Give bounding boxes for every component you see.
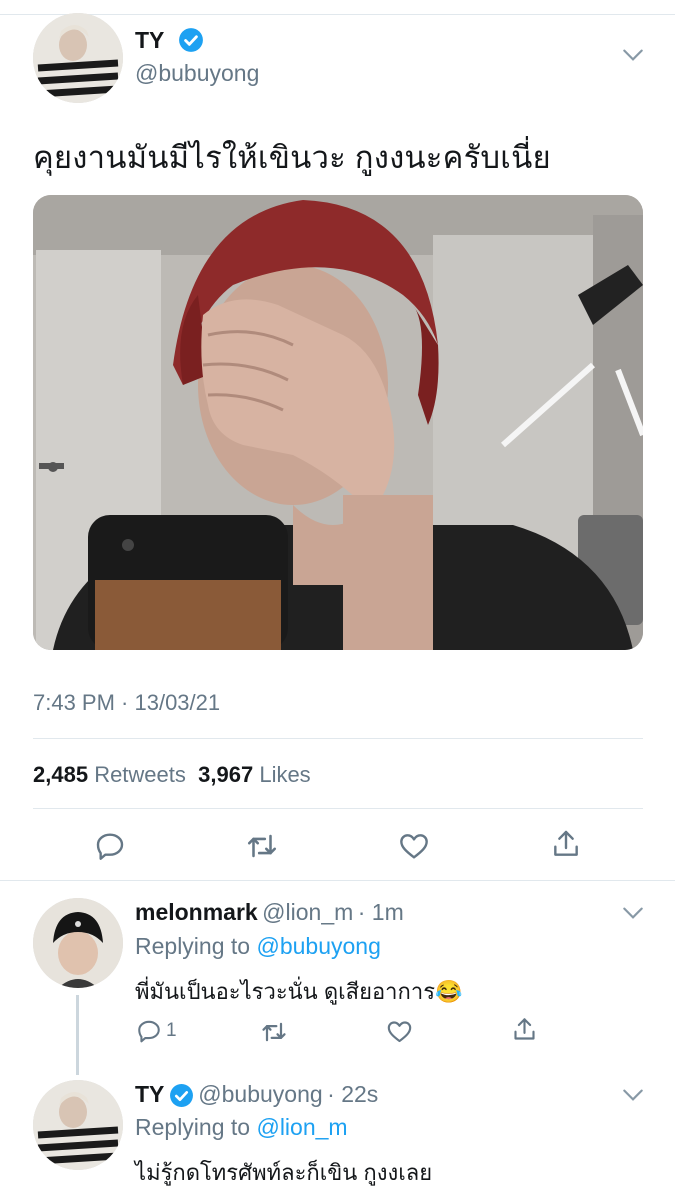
tweet-timestamp[interactable]: 7:43 PM · 13/03/21 xyxy=(33,690,220,716)
display-name[interactable]: TY xyxy=(135,1081,164,1107)
retweet-button[interactable] xyxy=(260,1018,288,1051)
avatar[interactable] xyxy=(33,13,123,103)
verified-badge-icon xyxy=(178,27,204,58)
top-divider xyxy=(0,14,675,15)
share-icon xyxy=(514,1018,535,1040)
tweet-text: คุยงานมันมีไรให้เขินวะ กูงงนะครับเนี่ย xyxy=(33,140,551,175)
divider xyxy=(33,808,643,809)
tweet-photo[interactable] xyxy=(33,195,643,650)
display-name[interactable]: melonmark xyxy=(135,899,258,925)
reply-button[interactable] xyxy=(90,826,130,866)
chevron-down-icon[interactable] xyxy=(620,900,646,926)
reply-button[interactable]: 1 xyxy=(136,1018,177,1044)
retweets-count[interactable]: 2,485 xyxy=(33,762,88,787)
heart-icon xyxy=(387,1021,412,1043)
reply-count: 1 xyxy=(166,1020,177,1041)
reply-text: ไม่รู้กดโทรศัพท์ละก็เขิน กูงงเลย xyxy=(135,1160,433,1185)
photo-person-covering-face xyxy=(33,195,643,650)
replying-to-link[interactable]: @lion_m xyxy=(256,1114,347,1140)
retweet-icon xyxy=(262,1022,286,1042)
replying-label: Replying to xyxy=(135,1114,251,1140)
reply-text: พี่มันเป็นอะไรวะนั่น ดูเสียอาการ xyxy=(135,979,436,1004)
reply-time[interactable]: · 1m xyxy=(358,899,404,925)
avatar[interactable] xyxy=(33,1080,123,1170)
engagement-stats: 2,485 Retweets 3,967 Likes xyxy=(33,762,311,788)
chevron-down-icon[interactable] xyxy=(620,42,646,68)
avatar[interactable] xyxy=(33,898,123,988)
retweet-button[interactable] xyxy=(242,826,282,866)
handle[interactable]: @lion_m xyxy=(262,899,353,925)
like-button[interactable] xyxy=(394,826,434,866)
replying-label: Replying to xyxy=(135,933,251,959)
share-button[interactable] xyxy=(546,824,586,864)
reply-icon xyxy=(96,833,124,860)
share-button[interactable] xyxy=(511,1016,538,1048)
replying-to-link[interactable]: @bubuyong xyxy=(256,933,380,959)
handle[interactable]: @bubuyong xyxy=(198,1081,322,1107)
reply-time[interactable]: · 22s xyxy=(327,1081,378,1107)
reply-text-container: พี่มันเป็นอะไรวะนั่น ดูเสียอาการ😂 xyxy=(135,974,462,1009)
like-button[interactable] xyxy=(386,1018,413,1050)
heart-icon xyxy=(400,834,428,859)
retweet-icon xyxy=(247,834,277,858)
verified-badge-icon xyxy=(169,1083,194,1113)
display-name[interactable]: TY xyxy=(135,27,164,54)
share-icon xyxy=(554,830,578,856)
replying-to: Replying to @lion_m xyxy=(135,1114,348,1141)
reply-header: melonmark @lion_m · 1m xyxy=(135,899,404,926)
likes-count[interactable]: 3,967 xyxy=(198,762,253,787)
laughing-emoji: 😂 xyxy=(435,979,463,1004)
reply-icon xyxy=(138,1020,160,1043)
reply-header: TY @bubuyong · 22s xyxy=(135,1081,378,1113)
replying-to: Replying to @bubuyong xyxy=(135,933,381,960)
handle[interactable]: @bubuyong xyxy=(135,60,259,87)
divider xyxy=(33,738,643,739)
retweets-label[interactable]: Retweets xyxy=(94,762,186,787)
section-divider xyxy=(0,880,675,881)
thread-line xyxy=(76,995,79,1075)
likes-label[interactable]: Likes xyxy=(259,762,310,787)
chevron-down-icon[interactable] xyxy=(620,1082,646,1108)
